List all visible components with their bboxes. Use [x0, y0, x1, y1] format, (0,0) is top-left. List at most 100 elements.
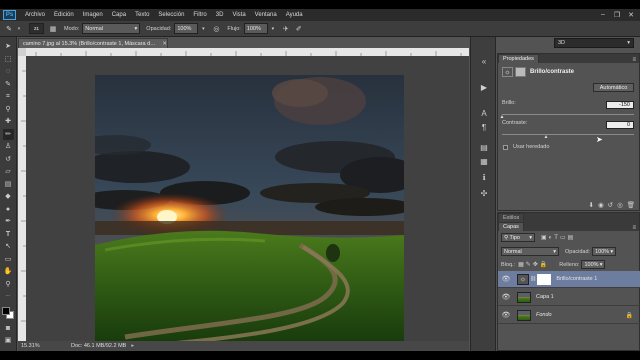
fill-field[interactable]: 100% ▾	[581, 260, 606, 269]
menu-filtro[interactable]: Filtro	[193, 12, 206, 18]
contrast-slider-handle[interactable]: ▲	[544, 134, 549, 140]
blend-mode-select[interactable]: Normal ▾	[501, 247, 559, 256]
screen-mode-icon[interactable]: ▣	[3, 335, 14, 346]
clone-stamp-tool-icon[interactable]: ♙	[3, 141, 14, 152]
mode-select[interactable]: Normal ▾	[82, 23, 141, 34]
quick-mask-icon[interactable]: ◙	[3, 323, 14, 334]
hand-tool-icon[interactable]: ✋	[3, 266, 14, 277]
panel-menu-icon[interactable]: ≡	[632, 57, 636, 63]
auto-button[interactable]: Automático	[593, 83, 634, 92]
brush-tool-icon[interactable]: ✏	[2, 128, 14, 140]
shape-tool-icon[interactable]: ▭	[3, 254, 14, 265]
eye-icon[interactable]: 👁	[501, 275, 511, 283]
layer-opacity-field[interactable]: 100% ▾	[592, 247, 617, 256]
link-icon[interactable]: ⛓	[530, 276, 536, 282]
minimize-icon[interactable]: –	[598, 10, 608, 19]
document-tab[interactable]: camino 7.jpg al 15.3% (Brillo/contraste …	[18, 38, 168, 48]
layer-mask-thumbnail[interactable]	[537, 273, 552, 285]
menu-texto[interactable]: Texto	[135, 12, 149, 18]
crop-tool-icon[interactable]: ⌗	[3, 91, 14, 102]
panel-menu-icon[interactable]: ≡	[632, 225, 636, 231]
legacy-checkbox[interactable]	[503, 144, 508, 150]
view-previous-icon[interactable]: ◉	[598, 201, 604, 209]
status-arrow-icon[interactable]: ▸	[131, 343, 134, 349]
workspace-switcher[interactable]: 3D ▾	[554, 38, 634, 48]
menu-3d[interactable]: 3D	[216, 12, 224, 18]
tab-layers[interactable]: Capas	[498, 222, 524, 231]
eraser-tool-icon[interactable]: ▱	[3, 166, 14, 177]
trash-icon[interactable]: 🗑	[627, 201, 635, 209]
type-tool-icon[interactable]: T	[3, 229, 14, 240]
menu-seleccion[interactable]: Selección	[158, 12, 184, 18]
zoom-level[interactable]: 15.31%	[21, 343, 51, 349]
lock-icons[interactable]: ▦✎✥🔒	[518, 261, 549, 268]
collapse-panels-icon[interactable]: «	[478, 55, 490, 67]
brightness-field[interactable]: -150	[606, 101, 634, 109]
ruler-origin[interactable]	[18, 48, 26, 56]
flow-field[interactable]: 100%	[243, 23, 268, 34]
clip-to-layer-icon[interactable]: ⬇	[588, 201, 593, 209]
menu-archivo[interactable]: Archivo	[25, 12, 45, 18]
legacy-checkbox-row[interactable]: Usar heredado	[503, 144, 549, 150]
history-icon[interactable]: ▶	[478, 81, 490, 93]
menu-imagen[interactable]: Imagen	[83, 12, 103, 18]
close-icon[interactable]: ✕	[162, 41, 167, 47]
foreground-color-swatch[interactable]	[1, 306, 10, 315]
clone-source-icon[interactable]: ▦	[478, 155, 490, 167]
menu-ventana[interactable]: Ventana	[255, 12, 277, 18]
brightness-slider[interactable]	[502, 114, 634, 115]
lasso-tool-icon[interactable]: ◌	[3, 66, 14, 77]
eye-icon[interactable]: 👁	[501, 293, 511, 301]
move-tool-icon[interactable]: ➤	[3, 41, 14, 52]
restore-icon[interactable]: ❐	[612, 10, 622, 19]
more-tools-icon[interactable]: ···	[3, 291, 14, 302]
eyedropper-tool-icon[interactable]: ⚲	[3, 104, 14, 115]
layer-row-fondo[interactable]: 👁 Fondo 🔒	[498, 307, 640, 324]
visibility-icon[interactable]: ◎	[617, 201, 623, 209]
filter-icons[interactable]: ▣◐T▭▤	[541, 234, 575, 241]
menu-capa[interactable]: Capa	[112, 12, 126, 18]
menu-vista[interactable]: Vista	[232, 12, 245, 18]
dropdown-arrow-icon[interactable]: ▾	[14, 24, 24, 34]
pressure-opacity-icon[interactable]: ◎	[211, 24, 221, 34]
info-icon[interactable]: ℹ	[478, 171, 490, 183]
path-select-tool-icon[interactable]: ↖	[3, 241, 14, 252]
menu-ayuda[interactable]: Ayuda	[286, 12, 303, 18]
kind-filter-select[interactable]: ⚲ Tipo ▾	[501, 233, 535, 242]
paragraph-icon[interactable]: ¶	[478, 121, 490, 133]
navigator-icon[interactable]: ✣	[478, 187, 490, 199]
pen-tool-icon[interactable]: ✒	[3, 216, 14, 227]
brush-panel-icon[interactable]: ▦	[48, 24, 58, 34]
blur-tool-icon[interactable]: ◆	[3, 191, 14, 202]
airbrush-icon[interactable]: ✈	[281, 24, 291, 34]
menu-edicion[interactable]: Edición	[54, 12, 74, 18]
layer-row-capa-1[interactable]: 👁 Capa 1	[498, 289, 640, 306]
brush-size-picker[interactable]: 21	[29, 23, 44, 34]
layer-row-brightness-contrast[interactable]: 👁 ☼ ⛓ Brillo/contraste 1	[498, 271, 640, 288]
layer-mask-icon[interactable]	[515, 67, 526, 77]
close-icon[interactable]: ✕	[626, 10, 636, 19]
tab-properties[interactable]: Propiedades	[498, 54, 539, 63]
quick-select-tool-icon[interactable]: ✎	[3, 79, 14, 90]
tool-presets-icon[interactable]: A	[478, 107, 490, 119]
gradient-tool-icon[interactable]: ▤	[3, 179, 14, 190]
dodge-tool-icon[interactable]: ●	[3, 204, 14, 215]
flow-dropdown-icon[interactable]: ▾	[268, 24, 278, 34]
tab-styles[interactable]: Estilos	[498, 213, 525, 222]
contrast-field[interactable]: 0	[606, 121, 634, 129]
opacity-field[interactable]: 100%	[174, 23, 199, 34]
healing-tool-icon[interactable]: ✚	[3, 116, 14, 127]
pressure-size-icon[interactable]: ✐	[294, 24, 304, 34]
horizontal-ruler[interactable]	[26, 48, 469, 56]
document-image[interactable]	[95, 75, 404, 344]
history-brush-tool-icon[interactable]: ↺	[3, 154, 14, 165]
opacity-dropdown-icon[interactable]: ▾	[198, 24, 208, 34]
zoom-tool-icon[interactable]: ⚲	[3, 279, 14, 290]
reset-icon[interactable]: ↺	[608, 201, 613, 209]
brush-presets-icon[interactable]: ▤	[478, 141, 490, 153]
marquee-tool-icon[interactable]: ⬚	[3, 54, 14, 65]
color-swatches[interactable]	[1, 306, 15, 320]
brush-tool-icon[interactable]: ✎	[4, 24, 14, 34]
eye-icon[interactable]: 👁	[501, 311, 511, 319]
vertical-ruler[interactable]	[18, 56, 26, 341]
